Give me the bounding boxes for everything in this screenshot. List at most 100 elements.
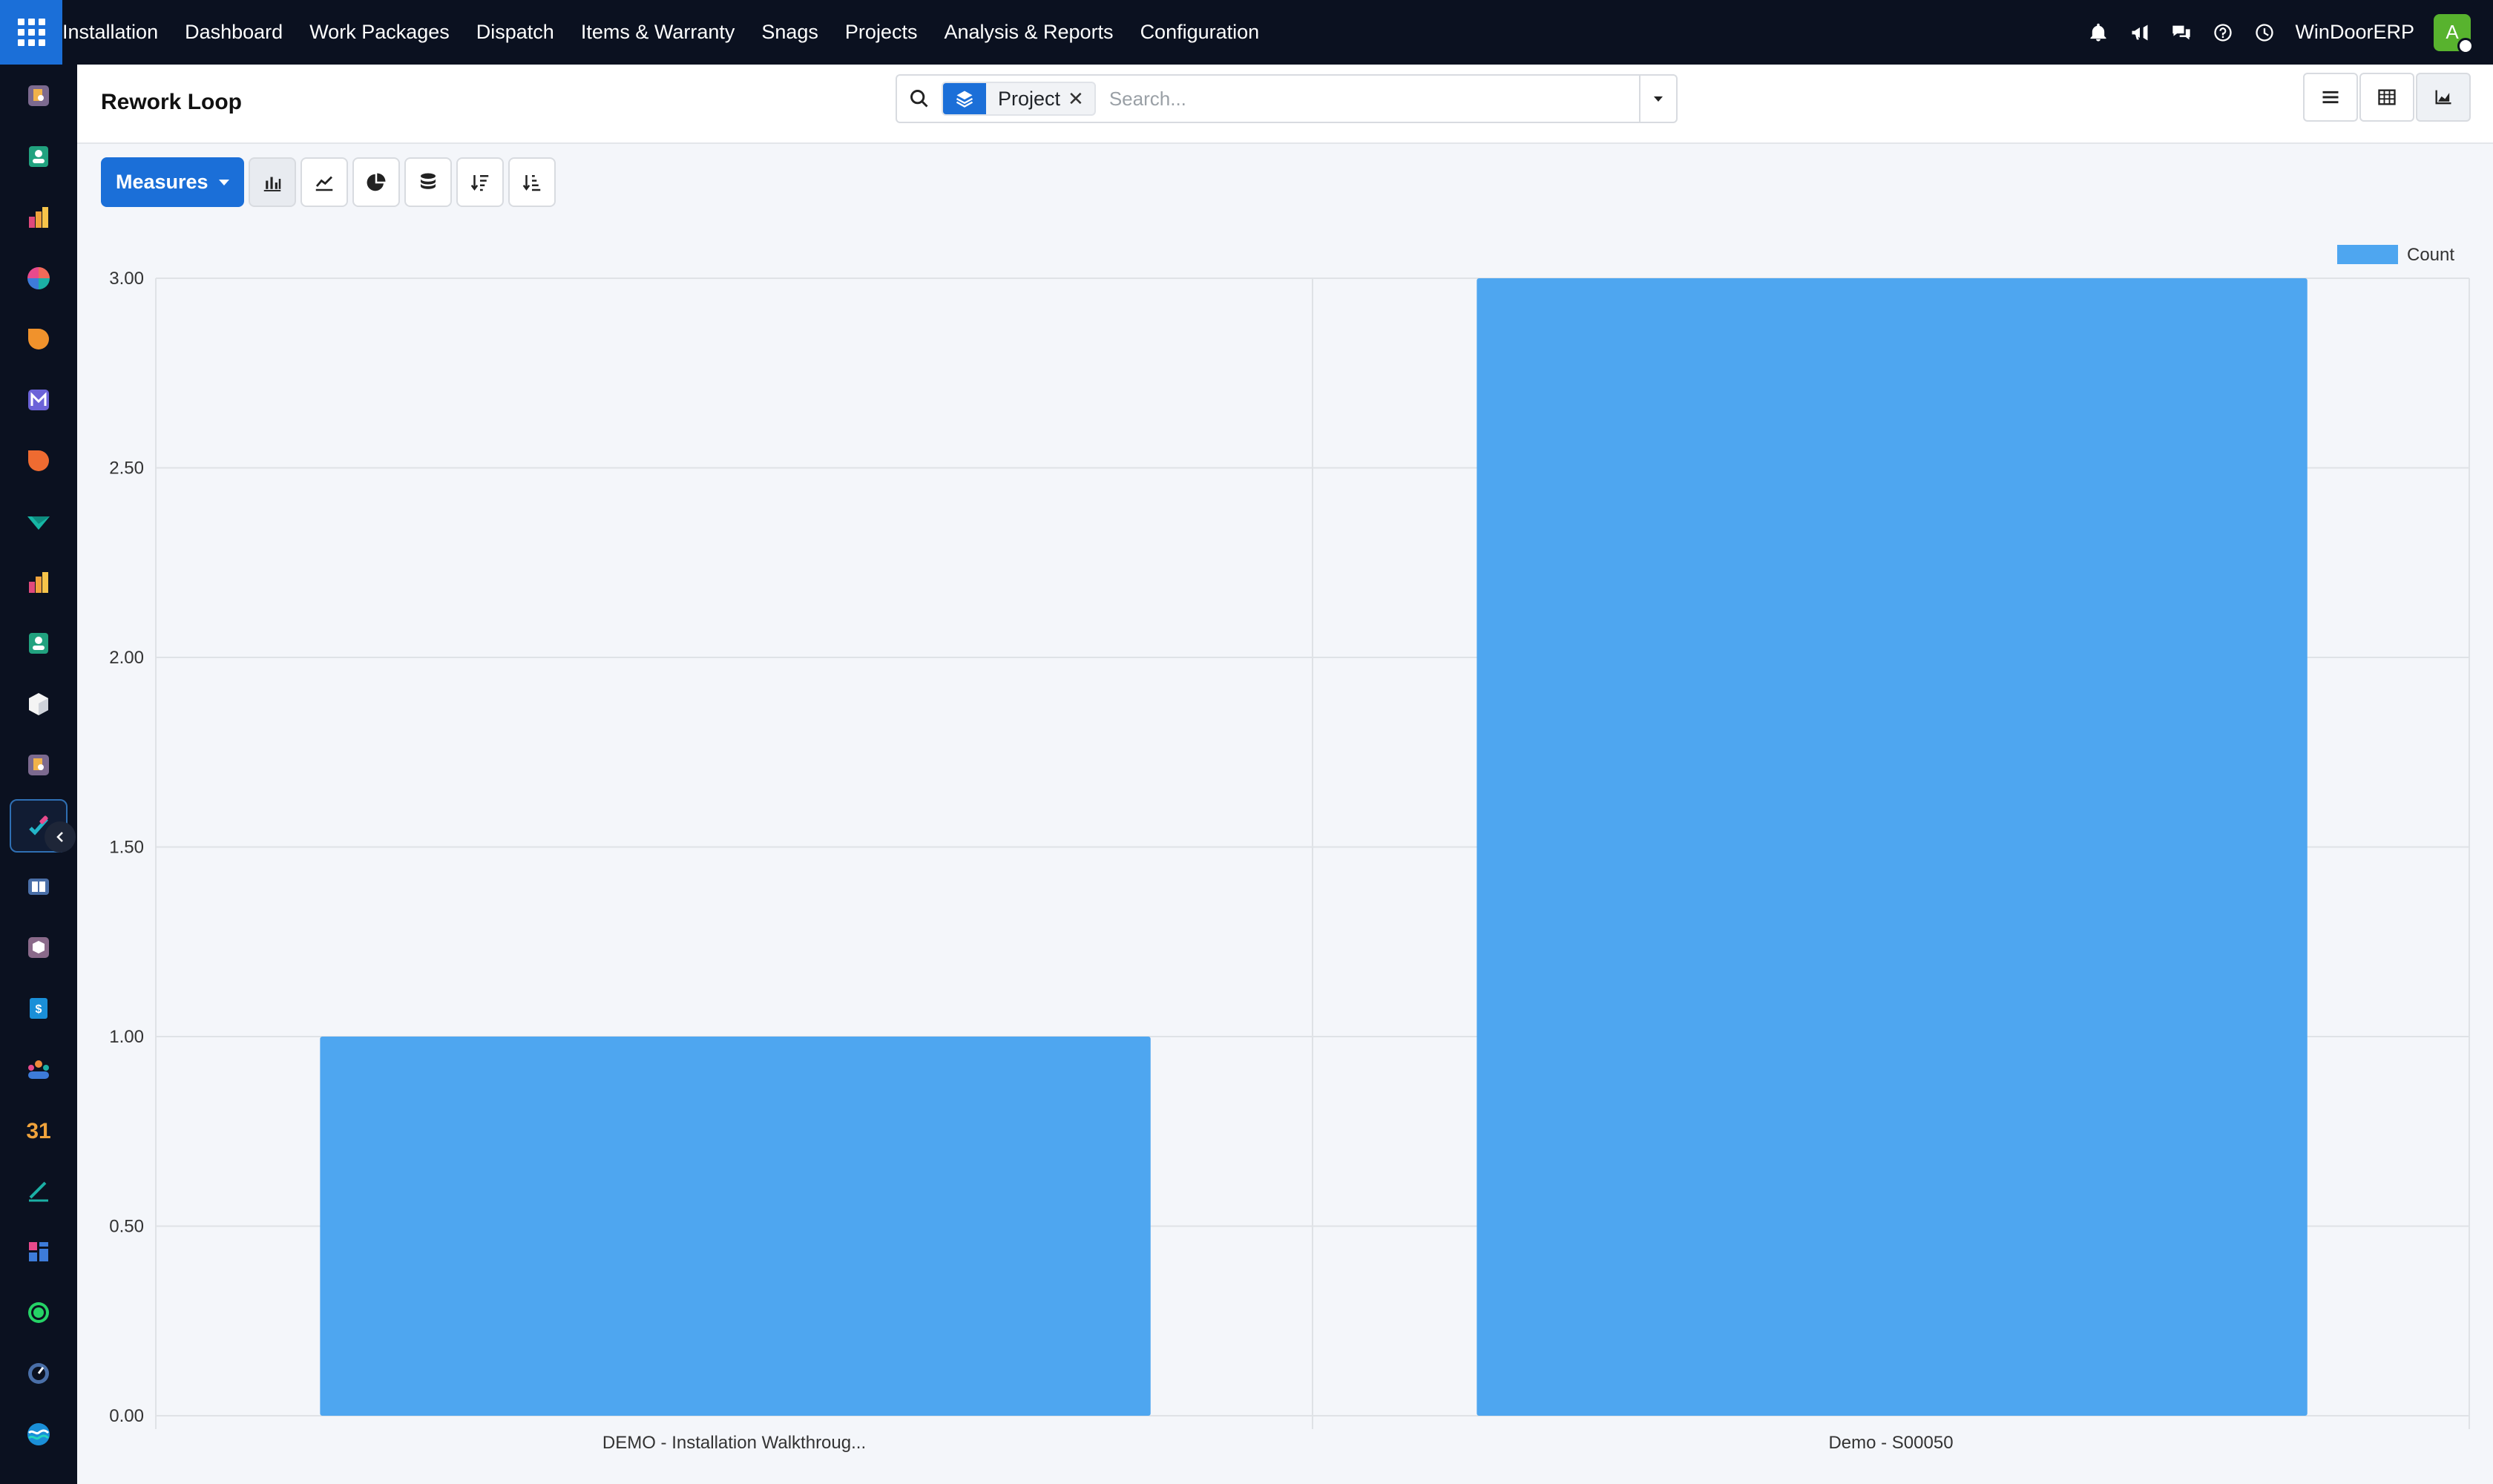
bar[interactable] (320, 1037, 1151, 1416)
pivot-view-button[interactable] (2359, 73, 2414, 122)
menu-dispatch[interactable]: Dispatch (463, 0, 568, 65)
presence-dot (2457, 37, 2474, 54)
clock-icon[interactable] (2253, 22, 2276, 44)
sidebar-app-19[interactable] (10, 1164, 68, 1218)
sidebar-app-17[interactable] (10, 1043, 68, 1096)
x-tick-label: Demo - S00050 (1828, 1433, 1953, 1453)
y-tick-label: 1.50 (109, 838, 144, 858)
legend-label: Count (2407, 245, 2454, 265)
sidebar-app-whatsapp[interactable] (10, 1286, 68, 1339)
measures-dropdown-button[interactable]: Measures (101, 157, 244, 207)
database-icon (420, 173, 436, 189)
sort-descending-icon (470, 174, 488, 191)
employees-icon (29, 633, 48, 654)
list-view-button[interactable] (2303, 73, 2358, 122)
whatsapp-icon (28, 1302, 49, 1323)
search-input[interactable] (1095, 76, 1639, 121)
bar[interactable] (1477, 278, 2308, 1416)
sidebar-app-9[interactable] (10, 556, 68, 609)
sort-descending-button[interactable] (456, 157, 504, 207)
layers-icon (943, 83, 986, 114)
view-switcher (2302, 73, 2471, 122)
company-switcher[interactable]: WinDoorERP (2295, 21, 2414, 44)
sidebar-app-20[interactable] (10, 1225, 68, 1278)
sidebar-app-3[interactable] (10, 191, 68, 244)
control-panel: Rework Loop Project ✕ (77, 65, 2493, 144)
sidebar-app-15[interactable] (10, 921, 68, 974)
sidebar-app-4[interactable] (10, 252, 68, 305)
sidebar-app-16[interactable]: $ (10, 982, 68, 1035)
help-icon[interactable] (2212, 22, 2234, 44)
sidebar-collapse-button[interactable] (45, 821, 76, 853)
menu-projects[interactable]: Projects (832, 0, 931, 65)
x-axis-ticks: DEMO - Installation Walkthroug... Demo - … (602, 1433, 1954, 1453)
livechat-icon (28, 450, 49, 471)
chart-legend[interactable]: Count (2337, 245, 2454, 265)
bar-chart-icon (263, 177, 280, 191)
graph-view-button[interactable] (2416, 73, 2471, 122)
table-icon (2378, 89, 2396, 105)
line-chart-button[interactable] (300, 157, 348, 207)
menu-analysis-reports[interactable]: Analysis & Reports (930, 0, 1126, 65)
expenses-icon: $ (30, 998, 47, 1019)
sidebar-app-8[interactable] (10, 495, 68, 548)
facet-label: Project (998, 87, 1061, 110)
sidebar-app-12[interactable] (10, 738, 68, 792)
sidebar-app-11[interactable] (10, 677, 68, 731)
measures-label: Measures (116, 171, 208, 193)
user-avatar[interactable]: A (2434, 13, 2474, 54)
pie-chart-icon (367, 173, 386, 191)
sort-ascending-button[interactable] (508, 157, 556, 207)
sidebar-app-7[interactable] (10, 434, 68, 487)
avatar-initial: A (2446, 21, 2459, 43)
y-tick-label: 2.50 (109, 459, 144, 479)
graph-toolbar: Measures (101, 157, 556, 208)
menu-dashboard[interactable]: Dashboard (171, 0, 296, 65)
stacked-button[interactable] (404, 157, 452, 207)
search-icon[interactable] (897, 76, 942, 122)
x-tick-label: DEMO - Installation Walkthroug... (602, 1433, 866, 1453)
app-1-icon (28, 85, 49, 106)
dashboard-app-icon (29, 1242, 48, 1261)
app-12-icon (28, 755, 49, 775)
chat-icon[interactable] (2170, 22, 2193, 44)
y-tick-label: 0.00 (109, 1406, 144, 1426)
bell-icon[interactable] (2087, 22, 2109, 44)
sidebar-app-6[interactable] (10, 373, 68, 427)
graph-renderer: 0.00 0.50 1.00 1.50 2.00 2.50 3.00 DEMO - Inst… (77, 223, 2493, 1484)
sidebar-app-5[interactable] (10, 312, 68, 366)
calendar-icon: 31 (26, 1119, 50, 1143)
team-icon (28, 1060, 49, 1079)
bar-chart-button[interactable] (248, 157, 296, 207)
menu-items-warranty[interactable]: Items & Warranty (568, 0, 749, 65)
dial-icon (28, 1363, 49, 1384)
sidebar-app-22[interactable] (10, 1347, 68, 1400)
pie-chart-button[interactable] (352, 157, 400, 207)
calendar-label: 31 (26, 1119, 50, 1143)
menu-work-packages[interactable]: Work Packages (296, 0, 463, 65)
sidebar-app-2[interactable] (10, 130, 68, 183)
caret-down-icon (218, 179, 229, 186)
wave-icon (27, 1423, 50, 1445)
check-app-icon (27, 516, 50, 530)
y-tick-label: 1.00 (109, 1027, 144, 1047)
mail-icon (28, 390, 49, 410)
menu-configuration[interactable]: Configuration (1127, 0, 1273, 65)
facet-remove-icon[interactable]: ✕ (1068, 88, 1094, 111)
contacts-icon (29, 146, 48, 167)
groupby-facet: Project ✕ (942, 82, 1096, 116)
search-options-toggle[interactable] (1639, 76, 1676, 122)
page-title: Rework Loop (101, 90, 243, 114)
home-menu-button[interactable] (0, 0, 62, 65)
megaphone-icon[interactable] (2129, 22, 2151, 44)
sidebar-app-10[interactable] (10, 617, 68, 670)
y-tick-label: 3.00 (109, 269, 144, 289)
sidebar-app-14[interactable] (10, 860, 68, 913)
line-chart-icon (315, 176, 332, 191)
sidebar-app-1[interactable] (10, 69, 68, 122)
sidebar-app-calendar[interactable]: 31 (10, 1103, 68, 1157)
menu-snags[interactable]: Snags (748, 0, 832, 65)
legend-swatch (2337, 245, 2398, 264)
menu-brand[interactable]: Installation (62, 0, 171, 65)
sidebar-app-23[interactable] (10, 1408, 68, 1461)
